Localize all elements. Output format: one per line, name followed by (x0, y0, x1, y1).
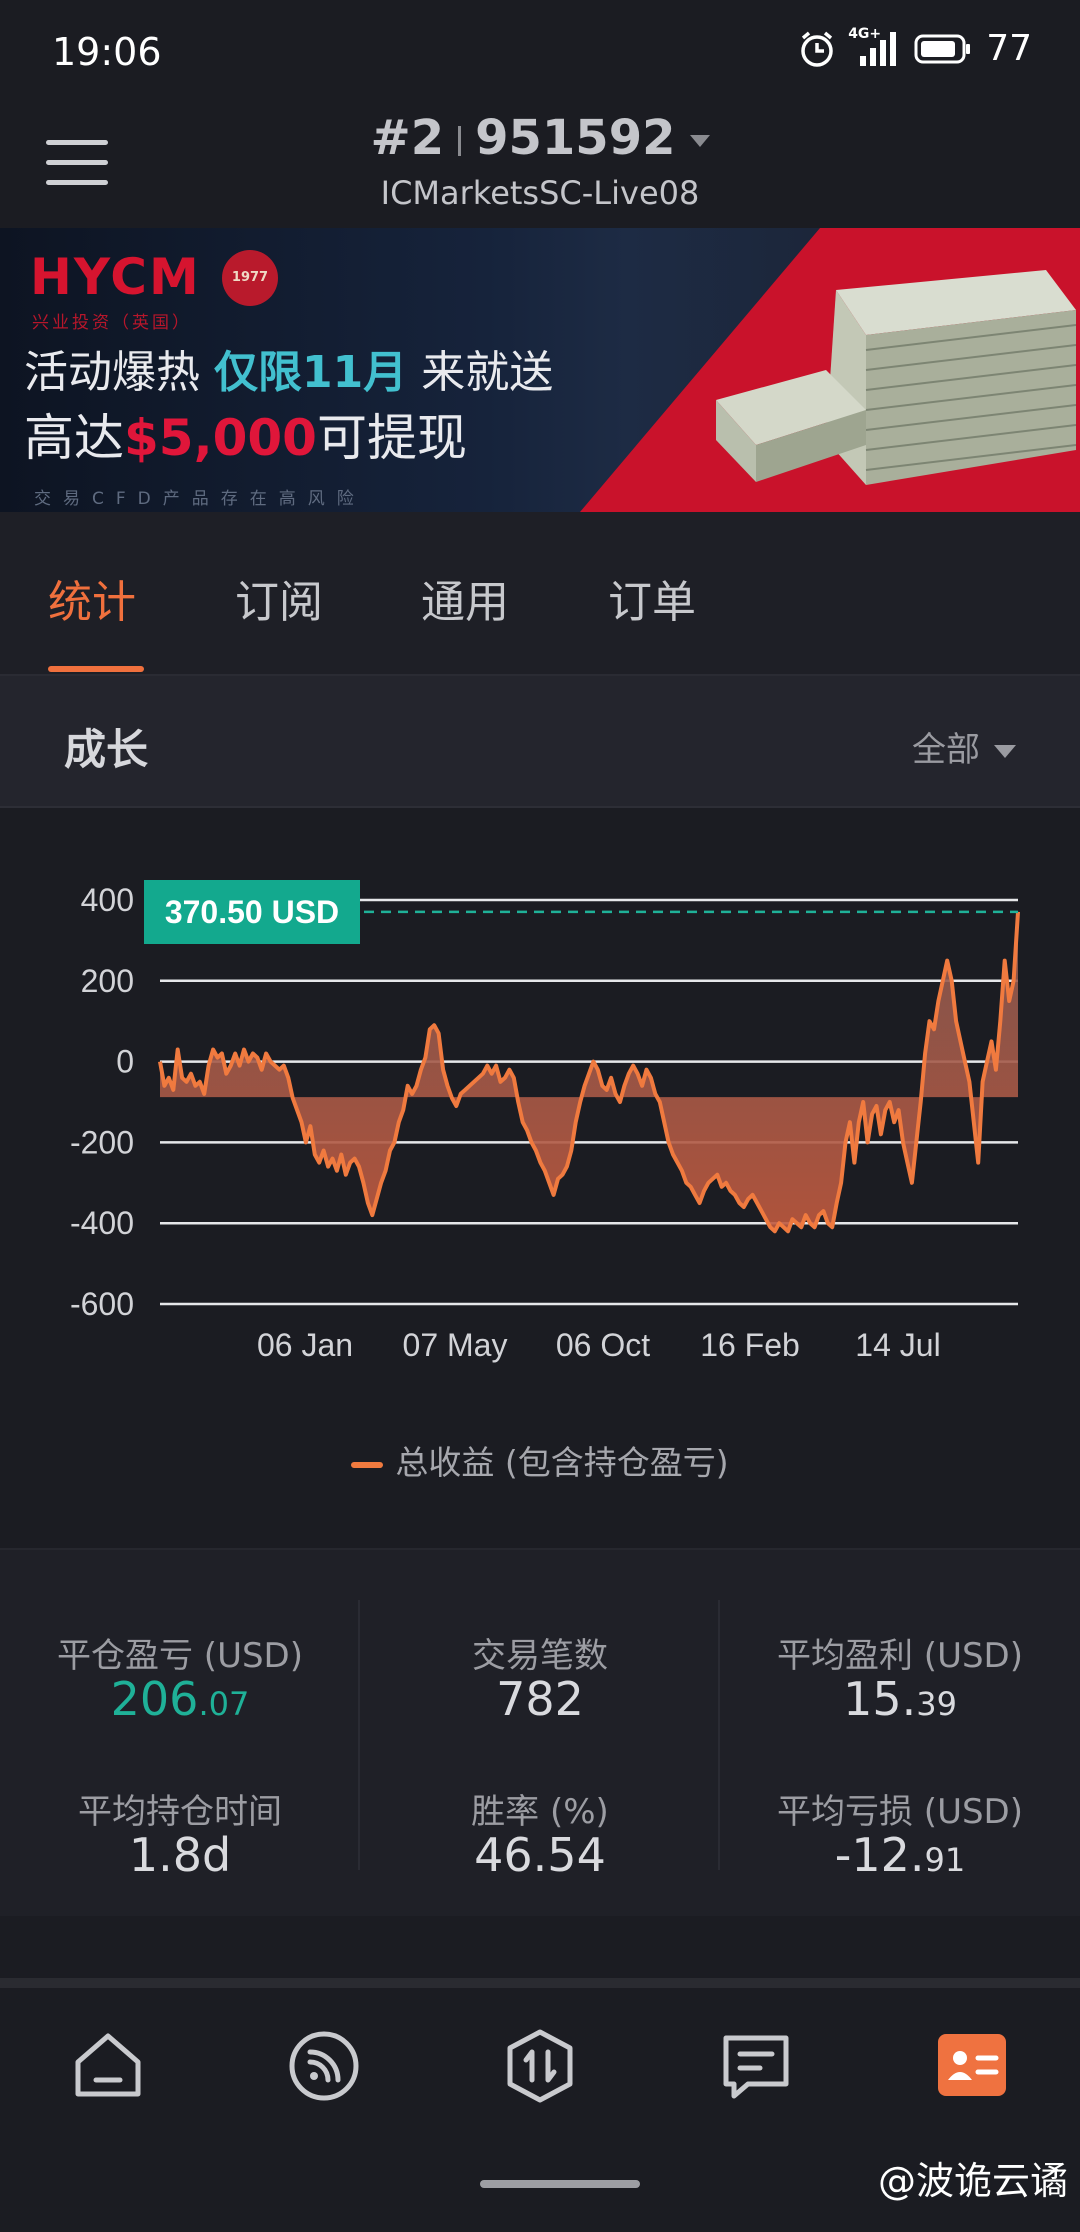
account-separator (458, 126, 462, 156)
legend-label: 总收益 (包含持仓盈亏) (395, 1443, 729, 1482)
account-selector[interactable]: #2 951592 (0, 110, 1080, 166)
account-number: 951592 (475, 110, 676, 166)
nav-news[interactable] (718, 2028, 794, 2104)
money-stack-image (716, 270, 1076, 485)
trade-count-value: 782 (360, 1672, 720, 1726)
app-header: #2 951592 ICMarketsSC-Live08 (0, 110, 1080, 228)
win-rate-int: 46.54 (474, 1828, 606, 1882)
avg-profit-frac: 39 (916, 1685, 957, 1723)
tab-general[interactable]: 通用 (421, 566, 509, 630)
banner-amount: $5,000 (124, 409, 317, 467)
y-tick-label: 400 (81, 882, 134, 918)
home-icon (75, 2033, 141, 2097)
battery-icon (914, 34, 971, 63)
banner-line1-a: 活动爆热 (24, 347, 214, 398)
x-tick-label: 06 Oct (556, 1327, 650, 1363)
tab-orders[interactable]: 订单 (608, 566, 696, 630)
win-rate-label: 胜率 (%) (471, 1792, 609, 1832)
banner-line2-a: 高达 (24, 409, 124, 467)
trade-count-label: 交易笔数 (472, 1636, 608, 1676)
status-icons: 4G+ 77 (798, 26, 1032, 69)
hycm-logo: HYCM (30, 248, 201, 306)
stat-column-2: 交易笔数 782 胜率 (%) 46.54 (360, 1550, 720, 1916)
banner-line1-highlight: 仅限11月 (214, 347, 408, 398)
account-index: #2 (370, 110, 445, 166)
caret-down-icon (689, 135, 710, 147)
status-time: 19:06 (52, 30, 162, 74)
battery-level: 77 (986, 28, 1032, 69)
current-value-label: 370.50 USD (165, 894, 339, 930)
avg-profit-int: 15. (843, 1672, 917, 1726)
nav-trade[interactable] (502, 2028, 578, 2104)
bottom-nav-divider (0, 1978, 1080, 1988)
avg-loss-int: -12. (834, 1828, 925, 1882)
y-tick-label: 0 (116, 1044, 134, 1080)
promo-banner[interactable]: HYCM 1977 兴业投资（英国） 活动爆热 仅限11月 来就送 高达$5,0… (0, 228, 1080, 512)
closed-pnl-label: 平仓盈亏 (USD) (57, 1636, 303, 1676)
avg-profit-value: 15.39 (720, 1672, 1080, 1726)
legend-swatch (351, 1461, 384, 1468)
avg-hold-time-label: 平均持仓时间 (78, 1792, 282, 1832)
stat-column-1: 平仓盈亏 (USD) 206.07 平均持仓时间 1.8d (0, 1550, 360, 1916)
avg-loss-value: -12.91 (720, 1828, 1080, 1882)
banner-subheadline: 高达$5,000可提现 (24, 398, 467, 470)
win-rate-value: 46.54 (360, 1828, 720, 1882)
y-tick-label: -400 (70, 1205, 134, 1241)
hycm-logo-subtitle: 兴业投资（英国） (32, 313, 192, 333)
avg-hold-time-int: 1.8d (128, 1828, 232, 1882)
x-tick-label: 14 Jul (855, 1327, 940, 1363)
avg-hold-time-value: 1.8d (0, 1828, 360, 1882)
x-tick-label: 06 Jan (257, 1327, 353, 1363)
tab-statistics[interactable]: 统计 (48, 566, 136, 630)
tab-subscribe[interactable]: 订阅 (235, 566, 323, 630)
banner-line2-b: 可提现 (316, 409, 467, 467)
news-icon (723, 2035, 789, 2099)
y-tick-label: 200 (81, 963, 134, 999)
stat-column-3: 平均盈利 (USD) 15.39 平均亏损 (USD) -12.91 (720, 1550, 1080, 1916)
avg-profit-label: 平均盈利 (USD) (777, 1636, 1023, 1676)
banner-risk-notice: 交易CFD产品存在高风险 (34, 489, 366, 509)
closed-pnl-frac: .07 (198, 1685, 250, 1723)
period-filter-dropdown[interactable]: 全部 (912, 722, 1016, 771)
nav-profile[interactable] (934, 2028, 1010, 2104)
growth-section-header: 成长 全部 (0, 676, 1080, 808)
nav-home[interactable] (70, 2028, 146, 2104)
alarm-icon (801, 31, 833, 67)
period-filter-value: 全部 (912, 730, 980, 770)
nav-feed[interactable] (286, 2028, 362, 2104)
tab-bar: 统计 订阅 通用 订单 (0, 512, 1080, 676)
banner-headline: 活动爆热 仅限11月 来就送 (24, 336, 553, 400)
status-bar: 19:06 4G+ 77 (0, 0, 1080, 110)
watermark: @波诡云谲 (877, 2159, 1068, 2203)
feed-icon (289, 2031, 359, 2101)
trade-count-int: 782 (496, 1672, 584, 1726)
y-tick-label: -200 (70, 1124, 134, 1160)
active-tab-indicator (48, 666, 144, 672)
x-tick-label: 07 May (403, 1327, 508, 1363)
series-line (158, 911, 1020, 1234)
trade-icon (507, 2029, 573, 2103)
gesture-home-bar[interactable] (480, 2180, 640, 2188)
growth-chart: 400 200 0 -200 -400 -600 06 Jan 07 May 06 Oct 16… (0, 808, 1080, 1546)
stats-panel: 平仓盈亏 (USD) 206.07 平均持仓时间 1.8d 交易笔数 782 胜… (0, 1548, 1080, 1916)
banner-seal: 1977 (222, 250, 278, 306)
y-tick-label: -600 (70, 1286, 134, 1322)
banner-line1-b: 来就送 (407, 347, 554, 398)
closed-pnl-value: 206.07 (0, 1672, 360, 1726)
x-tick-label: 16 Feb (700, 1327, 800, 1363)
avg-loss-label: 平均亏损 (USD) (777, 1792, 1023, 1832)
growth-title: 成长 (64, 725, 149, 774)
closed-pnl-int: 206 (110, 1672, 199, 1726)
avg-loss-frac: 91 (924, 1841, 966, 1879)
signal-icon: 4G+ (848, 26, 900, 68)
profile-icon (938, 2034, 1006, 2096)
server-name: ICMarketsSC-Live08 (380, 174, 700, 212)
chart-svg: 400 200 0 -200 -400 -600 06 Jan 07 May 06 Oct 16… (70, 880, 1020, 1363)
chart-legend: 总收益 (包含持仓盈亏) (0, 1436, 1080, 1484)
caret-down-icon (994, 745, 1016, 758)
